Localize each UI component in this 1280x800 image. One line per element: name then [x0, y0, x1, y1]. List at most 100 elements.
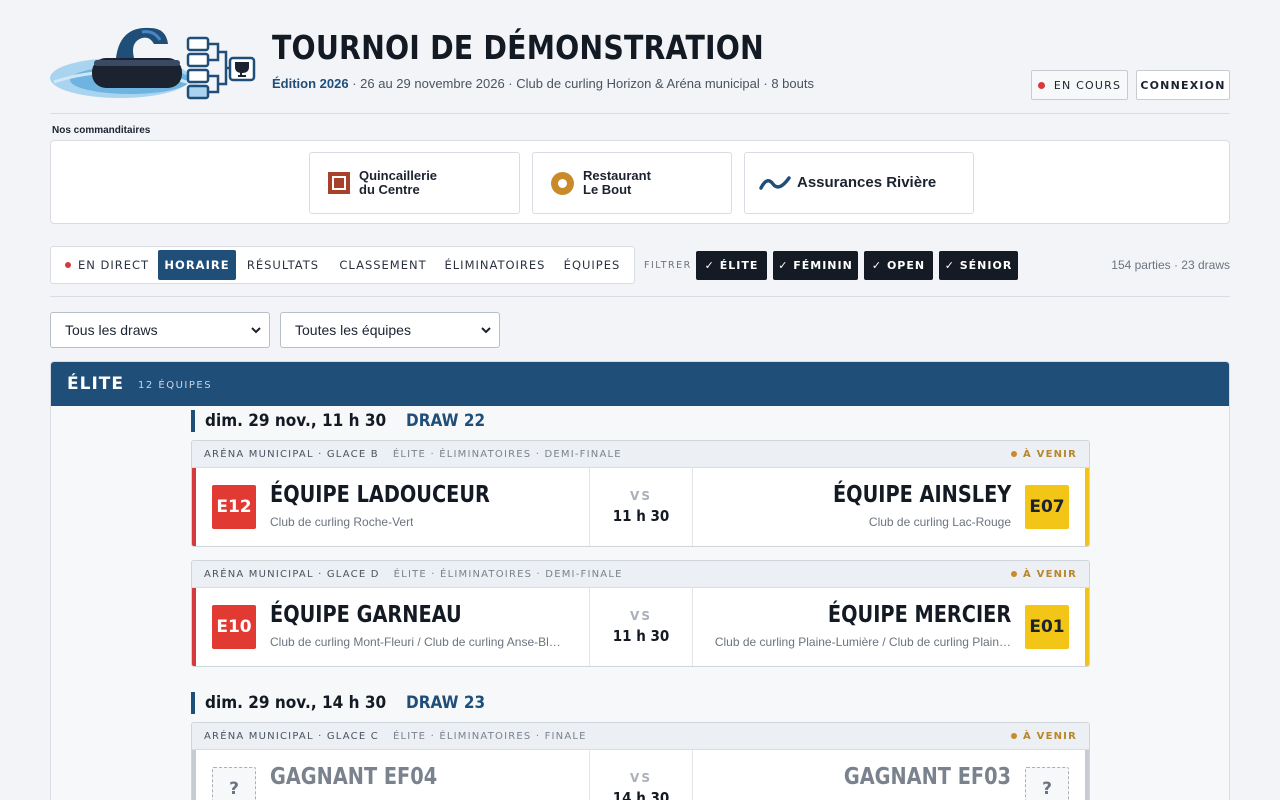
- sponsor-quincaillerie[interactable]: Quincaillerie du Centre: [309, 152, 520, 214]
- red-stone-marker: [192, 468, 196, 546]
- tournament-details: Édition 2026 · 26 au 29 novembre 2026 · …: [272, 76, 814, 91]
- hardware-store-logo-icon: [328, 172, 350, 194]
- draws-select[interactable]: Tous les draws: [50, 312, 270, 348]
- game-venue: ARÉNA MUNICIPAL · GLACE C: [204, 730, 379, 742]
- game-vs: VS 14 h 30: [589, 750, 693, 800]
- filter-label: FILTRER: [644, 260, 692, 271]
- teams-select-value: Toutes les équipes: [295, 322, 411, 338]
- elite-section: ÉLITE 12 ÉQUIPES dim. 29 nov., 11 h 30 D…: [50, 361, 1230, 800]
- filter-open[interactable]: ✓ OPEN: [864, 251, 933, 280]
- sponsor-name-line1: Quincaillerie: [359, 168, 438, 183]
- pending-marker: [192, 750, 196, 800]
- game-header: ARÉNA MUNICIPAL · GLACE C ÉLITE · ÉLIMIN…: [192, 723, 1089, 750]
- game-time: 11 h 30: [612, 627, 670, 645]
- draw-number: DRAW 23: [406, 693, 486, 713]
- game-status: À VENIR: [1011, 569, 1077, 580]
- section-header: ÉLITE 12 ÉQUIPES: [51, 362, 1229, 406]
- vs-label: VS: [630, 609, 652, 623]
- tab-label: EN DIRECT: [77, 258, 150, 272]
- pending-marker: [1085, 750, 1089, 800]
- filter-elite[interactable]: ✓ ÉLITE: [696, 251, 767, 280]
- sponsor-assurances[interactable]: Assurances Rivière: [744, 152, 974, 214]
- team-name[interactable]: ÉQUIPE MERCIER: [828, 602, 1011, 628]
- game-card[interactable]: ARÉNA MUNICIPAL · GLACE B ÉLITE · ÉLIMIN…: [191, 440, 1090, 547]
- page-title: TOURNOI DE DÉMONSTRATION: [272, 28, 764, 67]
- divider: [50, 296, 1230, 297]
- team-name[interactable]: ÉQUIPE GARNEAU: [270, 602, 462, 628]
- game-matchup: E10 ÉQUIPE GARNEAU Club de curling Mont-…: [192, 588, 1089, 666]
- sponsor-name-line2: Le Bout: [583, 182, 632, 197]
- main-nav: EN DIRECT HORAIRE RÉSULTATS CLASSEMENT É…: [50, 246, 635, 284]
- team-name[interactable]: GAGNANT EF04: [270, 764, 437, 790]
- game-stats: 154 parties · 23 draws: [1111, 258, 1230, 272]
- tab-schedule[interactable]: HORAIRE: [158, 250, 236, 280]
- yellow-stone-marker: [1085, 588, 1089, 666]
- tab-playoffs[interactable]: ÉLIMINATOIRES: [440, 250, 550, 280]
- game-card[interactable]: ARÉNA MUNICIPAL · GLACE C ÉLITE · ÉLIMIN…: [191, 722, 1090, 800]
- sponsor-name-line1: Assurances Rivière: [797, 174, 937, 191]
- live-status-label: EN COURS: [1053, 78, 1122, 92]
- filter-senior[interactable]: ✓ SÉNIOR: [939, 251, 1018, 280]
- team-name[interactable]: GAGNANT EF03: [844, 764, 1011, 790]
- team-seed: ?: [212, 767, 256, 800]
- tournament-info: · 26 au 29 novembre 2026 · Club de curli…: [352, 76, 814, 91]
- tab-standings[interactable]: CLASSEMENT: [331, 250, 435, 280]
- game-vs: VS 11 h 30: [589, 468, 693, 546]
- team-seed: E07: [1025, 485, 1069, 529]
- draw-header: dim. 29 nov., 14 h 30 DRAW 23: [191, 692, 494, 714]
- draw-time: dim. 29 nov., 14 h 30: [205, 693, 387, 713]
- tab-live[interactable]: EN DIRECT: [57, 250, 157, 280]
- vs-label: VS: [630, 771, 652, 785]
- game-status: À VENIR: [1011, 731, 1077, 742]
- login-button[interactable]: CONNEXION: [1136, 70, 1230, 100]
- live-dot-icon: [1037, 81, 1045, 89]
- draw-header: dim. 29 nov., 11 h 30 DRAW 22: [191, 410, 494, 432]
- sponsors-label: Nos commanditaires: [52, 125, 151, 136]
- team-seed: E01: [1025, 605, 1069, 649]
- live-dot-icon: [64, 262, 71, 268]
- draw-time: dim. 29 nov., 11 h 30: [205, 411, 387, 431]
- section-title: ÉLITE: [67, 374, 124, 394]
- page-header: TOURNOI DE DÉMONSTRATION Édition 2026 · …: [50, 18, 1230, 114]
- game-header: ARÉNA MUNICIPAL · GLACE D ÉLITE · ÉLIMIN…: [192, 561, 1089, 588]
- restaurant-logo-icon: [551, 171, 574, 195]
- sponsors-panel: Quincaillerie du Centre Restaurant Le Bo…: [50, 140, 1230, 224]
- wave-logo-icon: [759, 176, 791, 190]
- sponsor-restaurant[interactable]: Restaurant Le Bout: [532, 152, 732, 214]
- game-category: ÉLITE · ÉLIMINATOIRES · FINALE: [392, 730, 587, 742]
- team-club: Club de curling Plaine-Lumière / Club de…: [714, 635, 1011, 649]
- team-club: Club de curling Mont-Fleuri / Club de cu…: [270, 635, 561, 649]
- edition-label: Édition 2026: [272, 76, 349, 91]
- curling-bracket-logo-icon: [50, 27, 256, 100]
- game-time: 14 h 30: [612, 789, 670, 800]
- live-status-button[interactable]: EN COURS: [1031, 70, 1128, 100]
- sponsor-name-line2: du Centre: [359, 182, 420, 197]
- filter-feminin[interactable]: ✓ FÉMININ: [773, 251, 858, 280]
- team-seed: E10: [212, 605, 256, 649]
- vs-label: VS: [630, 489, 652, 503]
- team-seed: E12: [212, 485, 256, 529]
- game-category: ÉLITE · ÉLIMINATOIRES · DEMI-FINALE: [393, 568, 623, 580]
- team-name[interactable]: ÉQUIPE AINSLEY: [833, 482, 1011, 508]
- draw-number: DRAW 22: [406, 411, 486, 431]
- tab-teams[interactable]: ÉQUIPES: [556, 250, 628, 280]
- chevron-down-icon: [481, 327, 491, 334]
- tab-results[interactable]: RÉSULTATS: [240, 250, 326, 280]
- team-seed: ?: [1025, 767, 1069, 800]
- game-header: ARÉNA MUNICIPAL · GLACE B ÉLITE · ÉLIMIN…: [192, 441, 1089, 468]
- game-venue: ARÉNA MUNICIPAL · GLACE B: [204, 448, 379, 460]
- game-matchup: E12 ÉQUIPE LADOUCEUR Club de curling Roc…: [192, 468, 1089, 546]
- sponsor-name-line1: Restaurant: [583, 168, 651, 183]
- game-status: À VENIR: [1011, 449, 1077, 460]
- game-venue: ARÉNA MUNICIPAL · GLACE D: [204, 568, 380, 580]
- red-stone-marker: [192, 588, 196, 666]
- game-card[interactable]: ARÉNA MUNICIPAL · GLACE D ÉLITE · ÉLIMIN…: [191, 560, 1090, 667]
- game-vs: VS 11 h 30: [589, 588, 693, 666]
- teams-select[interactable]: Toutes les équipes: [280, 312, 500, 348]
- team-name[interactable]: ÉQUIPE LADOUCEUR: [270, 482, 490, 508]
- yellow-stone-marker: [1085, 468, 1089, 546]
- team-club: Club de curling Roche-Vert: [270, 515, 414, 529]
- game-matchup: ? GAGNANT EF04 VS 14 h 30 GAGNANT EF03 ?: [192, 750, 1089, 800]
- team-club: Club de curling Lac-Rouge: [868, 515, 1011, 529]
- game-time: 11 h 30: [612, 507, 670, 525]
